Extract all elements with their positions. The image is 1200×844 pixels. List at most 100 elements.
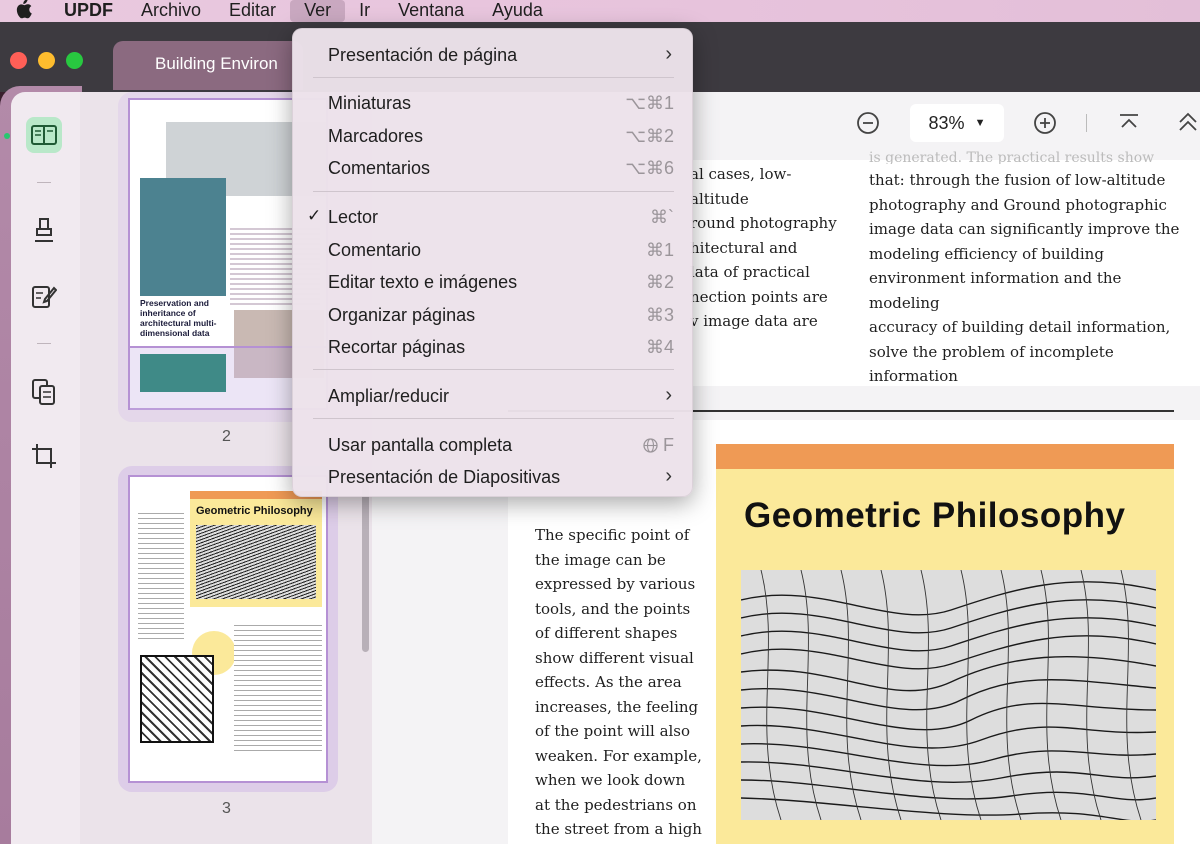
page1-column-1: al cases, low-altitude round photography… (690, 162, 850, 334)
menu-item-comentarios[interactable]: Comentarios ⌥⌘6 (293, 152, 694, 182)
edit-tool-button[interactable] (26, 278, 62, 314)
page1-column-2-cut-line: is generated. The practical results show (869, 150, 1155, 164)
text-line: solve the problem of incomplete (869, 342, 1114, 361)
crop-icon (32, 444, 56, 468)
menu-separator (313, 191, 674, 192)
thumbnail-page-number: 2 (222, 428, 231, 445)
globe-icon (643, 438, 658, 453)
menu-editar[interactable]: Editar (215, 0, 290, 22)
wave-mesh-image (741, 570, 1156, 820)
previous-page-button[interactable] (1176, 110, 1200, 139)
menu-item-label: Miniaturas (328, 93, 412, 113)
zoom-out-button[interactable] (856, 111, 880, 140)
menu-item-editar-texto[interactable]: Editar texto e imágenes ⌘2 (293, 266, 694, 296)
text-line: effects. As the area (535, 673, 682, 691)
menu-item-marcadores[interactable]: Marcadores ⌥⌘2 (293, 120, 694, 150)
menu-item-label: Lector (328, 207, 379, 227)
minimize-window-button[interactable] (38, 52, 55, 69)
apple-icon[interactable] (0, 0, 46, 24)
zoom-select[interactable]: 83% ▼ (910, 104, 1004, 142)
checkmark-icon: ✓ (307, 206, 322, 225)
text-line: of the point will also (535, 722, 691, 740)
text-line: the street from a high (535, 820, 702, 838)
menu-item-label: Usar pantalla completa (328, 435, 513, 455)
crop-pages-button[interactable] (26, 438, 62, 474)
menu-ventana[interactable]: Ventana (384, 0, 478, 22)
document-tab[interactable]: Building Environ (113, 41, 303, 90)
menu-item-label: Ampliar/reducir (328, 386, 450, 406)
zoom-in-button[interactable] (1033, 111, 1057, 140)
chevron-down-icon: ▼ (974, 117, 986, 129)
text-line: The specific point of (535, 526, 690, 544)
pages-icon (32, 379, 55, 405)
zoom-value: 83% (928, 112, 965, 133)
menu-item-miniaturas[interactable]: Miniaturas ⌥⌘1 (293, 87, 694, 117)
menu-separator (313, 418, 674, 419)
menu-archivo[interactable]: Archivo (127, 0, 215, 22)
shortcut: ⌥⌘1 (625, 93, 674, 113)
to-top-icon (1120, 114, 1138, 128)
reader-mode-button[interactable] (26, 117, 62, 153)
rail-divider (37, 343, 51, 344)
first-page-button[interactable] (1118, 112, 1140, 137)
active-indicator (4, 133, 10, 139)
thumbnail-title: Geometric Philosophy (196, 505, 313, 517)
chevron-right-icon: › (665, 43, 672, 65)
text-line: nection points are (690, 287, 828, 306)
menu-item-lector[interactable]: ✓ Lector ⌘` (293, 201, 694, 231)
menu-item-label: Editar texto e imágenes (328, 272, 518, 292)
zoom-window-button[interactable] (66, 52, 83, 69)
highlighter-icon (35, 218, 53, 242)
thumbnail-scrollbar[interactable] (362, 482, 369, 652)
menu-ver[interactable]: Ver (290, 0, 346, 22)
menu-bar: UPDF Archivo Editar Ver Ir Ventana Ayuda (0, 0, 1200, 22)
menu-item-label: Comentario (328, 240, 422, 260)
organize-pages-button[interactable] (26, 374, 62, 410)
menu-item-label: Presentación de página (328, 45, 518, 65)
text-line: photography and Ground photographic (869, 195, 1167, 214)
text-line: image data can significantly improve the (869, 220, 1180, 238)
thumbnail-caption: Preservation and inheritance of architec… (140, 298, 217, 338)
rail-divider (37, 182, 51, 183)
shortcut: F (643, 435, 674, 456)
menu-item-organizar[interactable]: Organizar páginas ⌘3 (293, 299, 694, 329)
shortcut: ⌥⌘6 (625, 158, 674, 178)
menu-separator (313, 369, 674, 370)
text-line: the image can be (535, 550, 666, 569)
menu-separator (313, 77, 674, 78)
close-window-button[interactable] (10, 52, 27, 69)
page2-column-1: The specific point of the image can be e… (535, 523, 705, 842)
menu-item-comentario[interactable]: Comentario ⌘1 (293, 234, 694, 264)
menu-ir[interactable]: Ir (345, 0, 384, 22)
zoom-in-icon (1034, 112, 1056, 134)
menu-item-recortar[interactable]: Recortar páginas ⌘4 (293, 331, 694, 361)
menu-item-label: Organizar páginas (328, 305, 476, 325)
text-line: show different visual (535, 648, 694, 667)
menu-item-presentacion-pagina[interactable]: Presentación de página › (293, 39, 694, 69)
menu-app[interactable]: UPDF (46, 0, 127, 22)
text-line: lata of practical (690, 263, 810, 281)
text-line: environment information and the modeling (869, 269, 1122, 312)
thumbnail-page-3-image: Geometric Philosophy (128, 475, 328, 783)
menu-item-pantalla-completa[interactable]: Usar pantalla completa F (293, 429, 694, 459)
text-line: that: through the fusion of low-altitude (869, 171, 1166, 189)
text-line: tools, and the points (535, 599, 691, 618)
shortcut: ⌘` (650, 207, 674, 227)
ver-menu: Presentación de página › Miniaturas ⌥⌘1 … (292, 28, 693, 497)
menu-item-label: Comentarios (328, 158, 431, 178)
text-line: modeling efficiency of building (869, 244, 1104, 263)
chevron-right-icon: › (665, 384, 672, 406)
menu-ayuda[interactable]: Ayuda (478, 0, 557, 22)
text-line: of different shapes (535, 624, 678, 642)
text-line: accuracy of building detail information, (869, 318, 1171, 336)
text-line: v image data are (690, 312, 818, 330)
poster-band (716, 444, 1174, 469)
shortcut: ⌥⌘2 (625, 126, 674, 146)
poster-title: Geometric Philosophy (744, 496, 1126, 535)
window-controls (10, 52, 83, 69)
shortcut: ⌘2 (645, 272, 674, 292)
comment-tool-button[interactable] (26, 213, 62, 249)
menu-item-diapositivas[interactable]: Presentación de Diapositivas › (293, 461, 694, 491)
book-icon (31, 125, 57, 145)
menu-item-ampliar[interactable]: Ampliar/reducir › (293, 380, 694, 410)
